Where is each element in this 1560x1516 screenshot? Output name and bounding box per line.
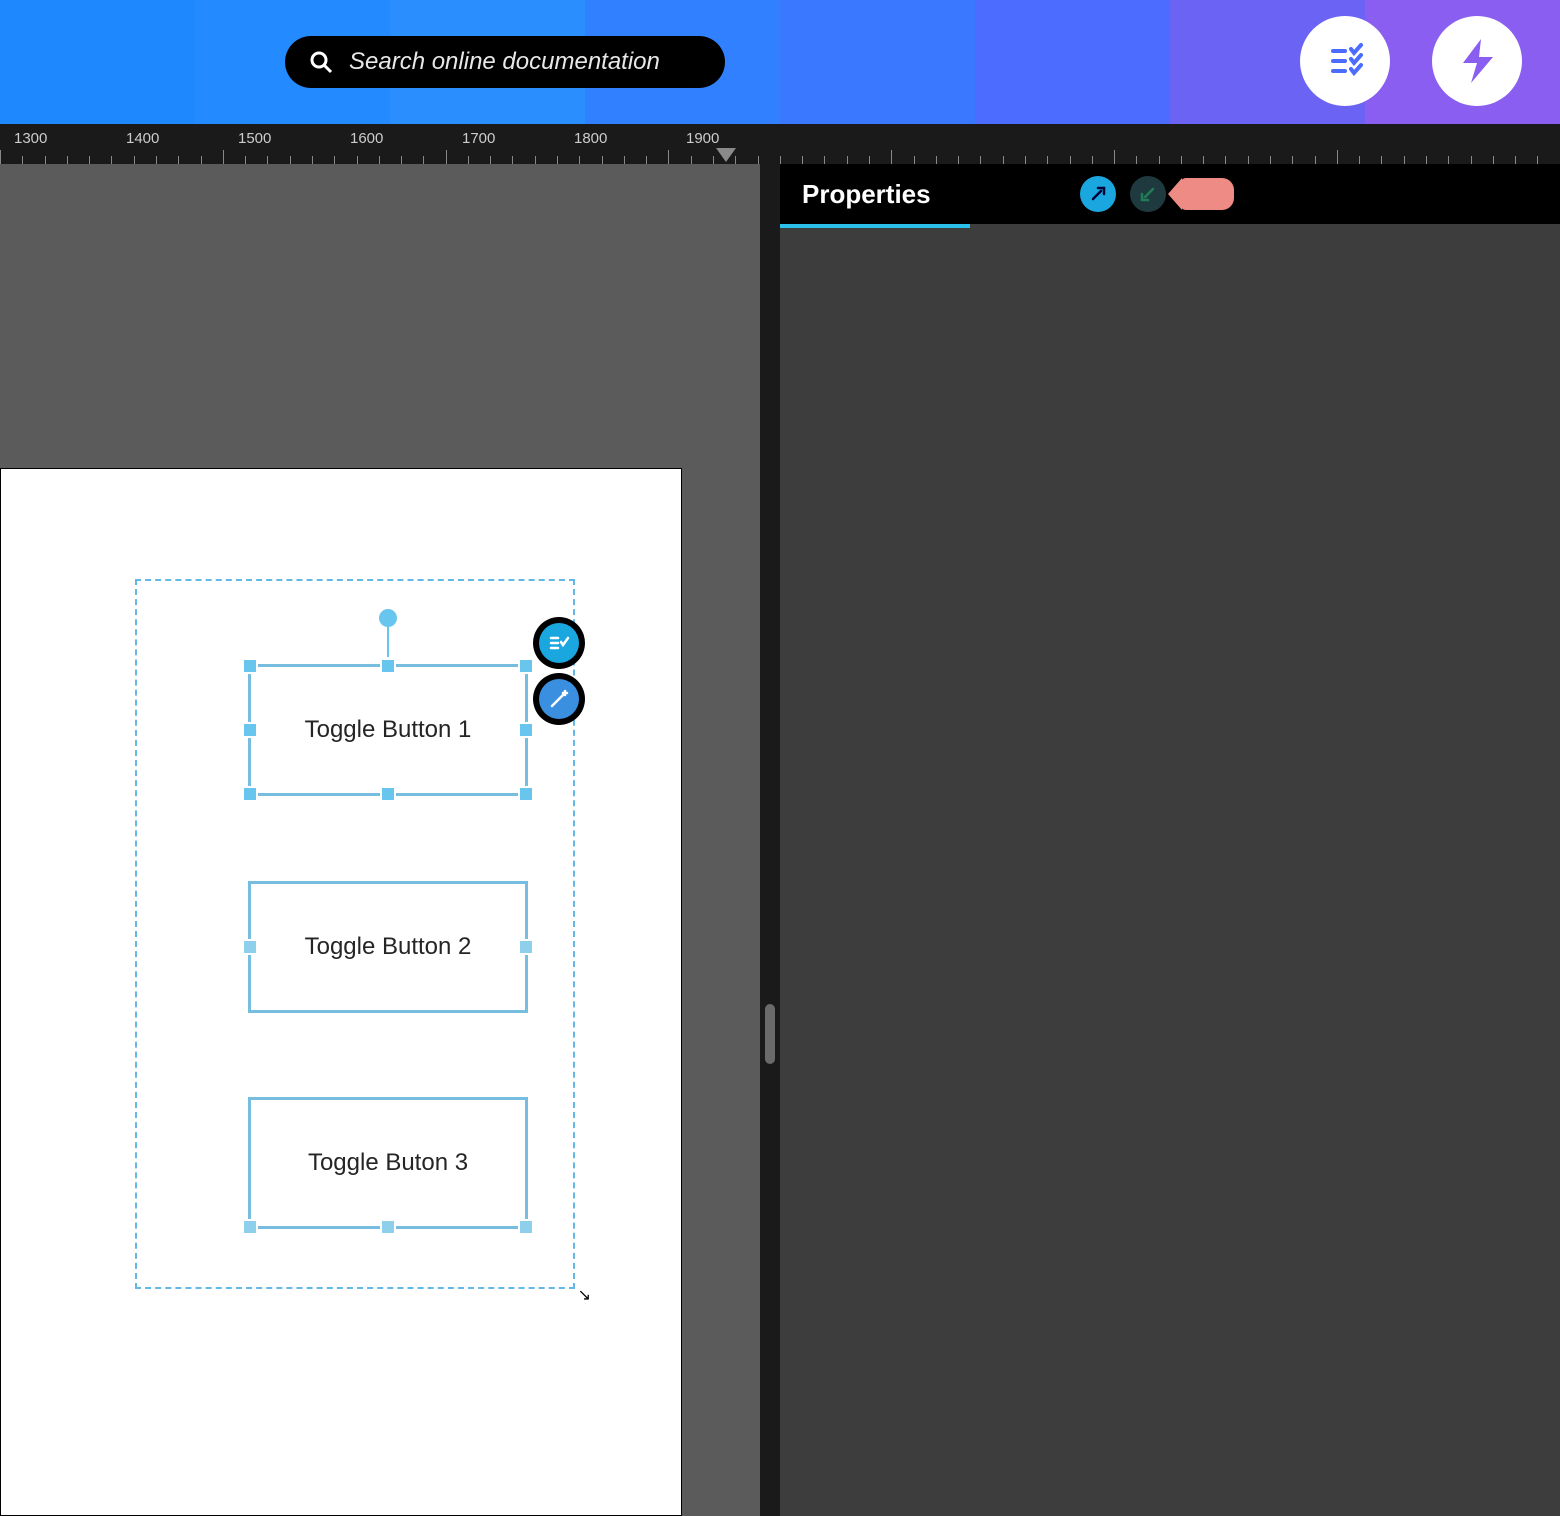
- horizontal-ruler: 1300 1400 1500 1600 1700 1800 1900: [0, 124, 1560, 164]
- toggle-button-label: Toggle Button 2: [305, 933, 472, 961]
- search-icon: [309, 50, 333, 74]
- ruler-ticks: [0, 150, 1560, 164]
- checklist-icon: [1321, 37, 1369, 85]
- resize-handle[interactable]: [380, 1219, 396, 1235]
- canvas-viewport[interactable]: ↘ Toggle Button 1: [0, 164, 760, 1516]
- resize-handle[interactable]: [380, 786, 396, 802]
- object-magic-button[interactable]: [533, 673, 585, 725]
- ruler-mark: 1500: [238, 130, 271, 147]
- toggle-button-1[interactable]: Toggle Button 1: [248, 664, 528, 796]
- object-options-button[interactable]: [533, 617, 585, 669]
- search-input[interactable]: [349, 48, 701, 76]
- checklist-button[interactable]: [1300, 16, 1390, 106]
- scrollbar-thumb[interactable]: [765, 1004, 775, 1064]
- ruler-mark: 1700: [462, 130, 495, 147]
- vertical-scrollbar[interactable]: [760, 164, 780, 1516]
- wand-icon: [548, 688, 570, 710]
- resize-handle[interactable]: [518, 722, 534, 738]
- resize-handle[interactable]: [242, 786, 258, 802]
- toggle-button-2[interactable]: Toggle Button 2: [248, 881, 528, 1013]
- ruler-mark: 1600: [350, 130, 383, 147]
- pin-button[interactable]: [1080, 176, 1116, 212]
- main-area: ↘ Toggle Button 1: [0, 164, 1560, 1516]
- properties-body: [780, 228, 1560, 1516]
- unpin-button[interactable]: [1130, 176, 1166, 212]
- unpin-icon: [1138, 184, 1158, 204]
- search-container[interactable]: [285, 36, 725, 88]
- toggle-button-label: Toggle Buton 3: [308, 1149, 468, 1177]
- top-toolbar: [0, 0, 1560, 124]
- resize-handle[interactable]: [242, 722, 258, 738]
- resize-handle[interactable]: [242, 1219, 258, 1235]
- properties-header: Properties: [780, 164, 1560, 224]
- ruler-mark: 1400: [126, 130, 159, 147]
- resize-handle[interactable]: [242, 939, 258, 955]
- toggle-button-label: Toggle Button 1: [305, 716, 472, 744]
- tag-button[interactable]: [1180, 178, 1234, 210]
- resize-handle[interactable]: [518, 658, 534, 674]
- resize-handle[interactable]: [242, 658, 258, 674]
- resize-cursor-icon: ↘: [578, 1285, 591, 1305]
- resize-handle[interactable]: [518, 786, 534, 802]
- resize-handle[interactable]: [518, 939, 534, 955]
- toggle-button-3[interactable]: Toggle Buton 3: [248, 1097, 528, 1229]
- lightning-icon: [1451, 35, 1503, 87]
- resize-handle[interactable]: [518, 1219, 534, 1235]
- properties-tab[interactable]: Properties: [802, 179, 931, 210]
- ruler-mark: 1800: [574, 130, 607, 147]
- lightning-button[interactable]: [1432, 16, 1522, 106]
- design-page[interactable]: ↘ Toggle Button 1: [0, 468, 682, 1516]
- pin-icon: [1088, 184, 1108, 204]
- properties-panel: Properties: [780, 164, 1560, 1516]
- ruler-mark: 1300: [14, 130, 47, 147]
- ruler-mark: 1900: [686, 130, 719, 147]
- list-check-icon: [548, 632, 570, 654]
- resize-handle[interactable]: [380, 658, 396, 674]
- rotation-handle[interactable]: [387, 627, 389, 657]
- ruler-indicator-icon: [716, 148, 736, 162]
